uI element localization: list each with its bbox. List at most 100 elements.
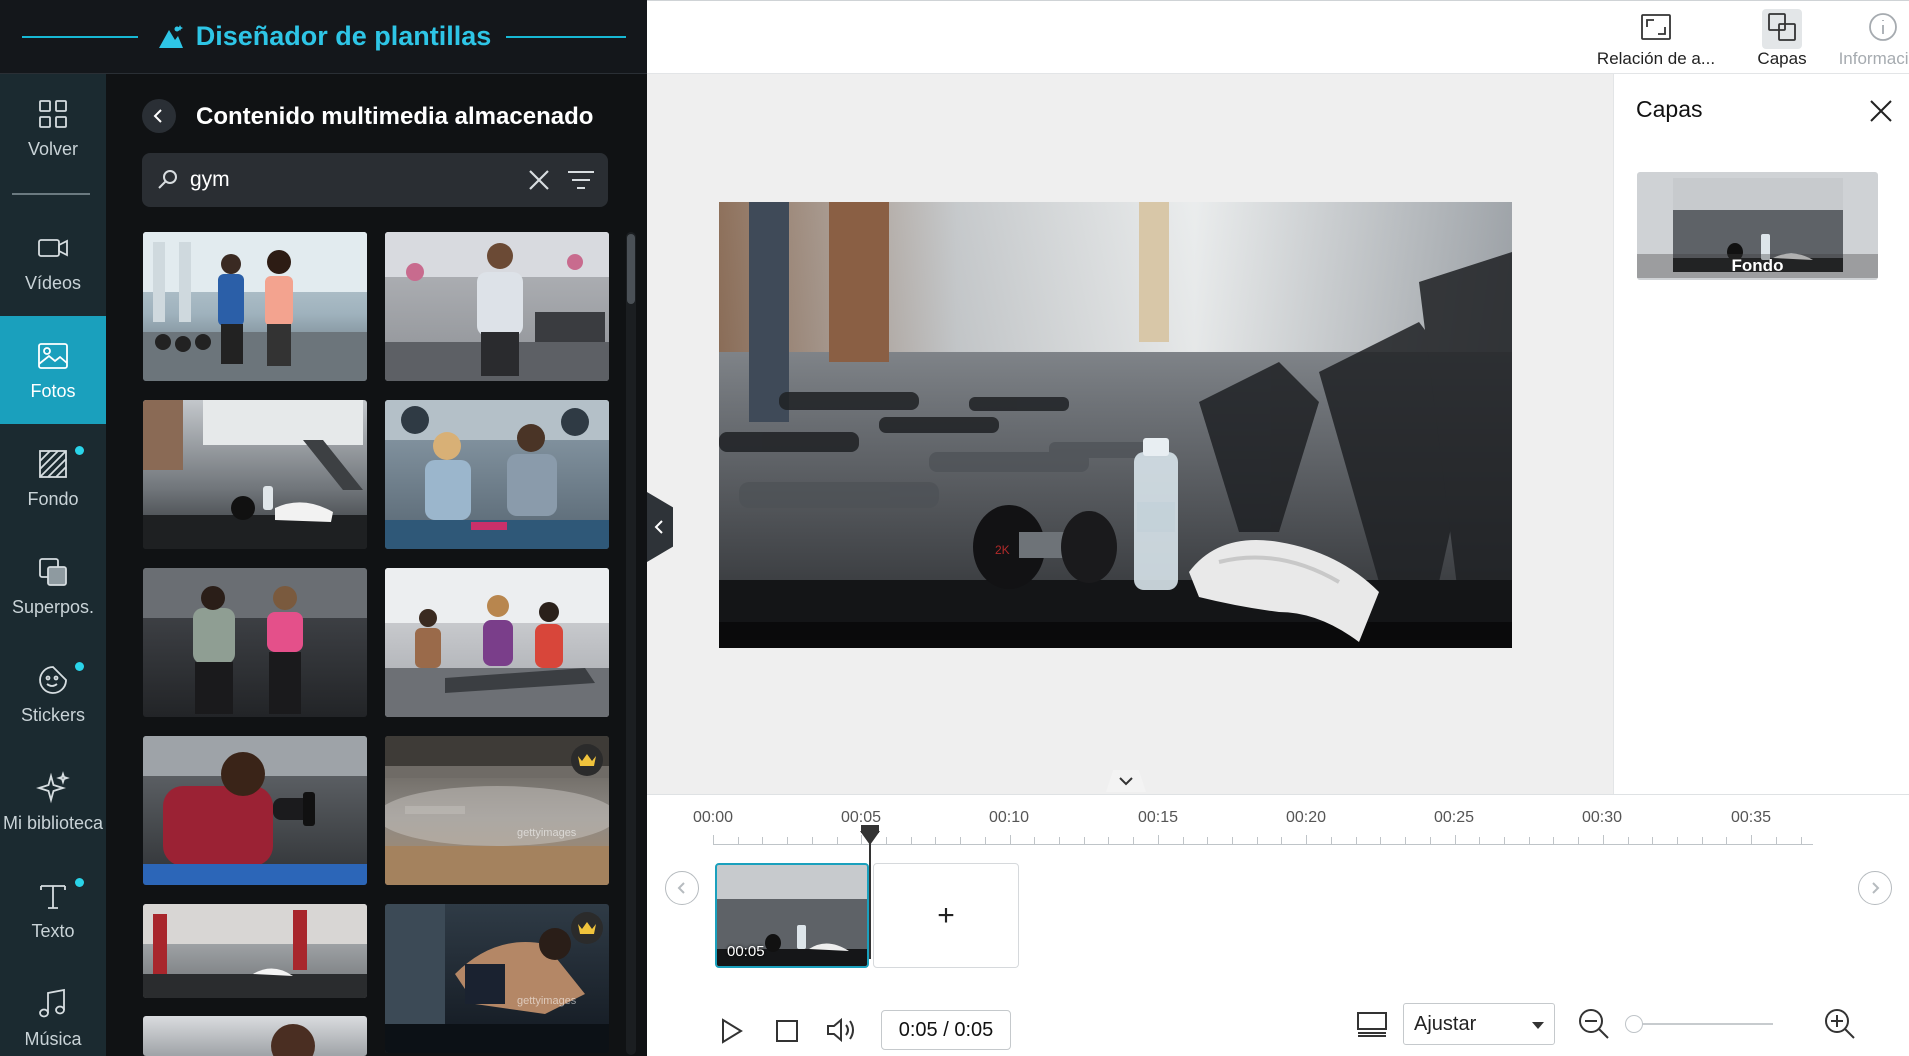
ruler-tick [1676, 837, 1678, 845]
panel-title: Contenido multimedia almacenado [196, 103, 594, 130]
layers-panel-title: Capas [1636, 96, 1703, 122]
sidebar-item-texto[interactable]: Texto [0, 856, 106, 964]
ruler-tick [1602, 835, 1604, 845]
image-icon [38, 342, 68, 369]
zoom-slider-knob[interactable] [1625, 1015, 1643, 1033]
clear-search-icon[interactable] [526, 167, 552, 193]
video-camera-icon [38, 238, 68, 257]
ruler-tick [984, 837, 986, 845]
sidebar-item-musica[interactable]: Música [0, 964, 106, 1056]
info-label: Información [1838, 49, 1909, 68]
zoom-slider[interactable] [1625, 1015, 1773, 1033]
gym-photo [143, 904, 367, 998]
info-button[interactable]: Información [1823, 9, 1909, 69]
speaker-icon [827, 1017, 854, 1043]
media-thumbnail[interactable] [143, 904, 367, 998]
sidebar-item-videos[interactable]: Vídeos [0, 208, 106, 316]
fit-dropdown[interactable]: Ajustar [1403, 1003, 1555, 1045]
ruler-tick [1034, 837, 1036, 845]
timeline-next-button[interactable] [1858, 871, 1892, 905]
background-pattern-icon [39, 449, 67, 478]
playhead[interactable] [860, 825, 880, 959]
video-preview[interactable]: 2K [719, 202, 1512, 648]
sidebar: Volver Vídeos Fotos Fondo Superpos. Stic… [0, 74, 106, 1056]
gym-photo [143, 568, 367, 714]
timeline-clip[interactable]: 00:05 [715, 863, 869, 968]
ruler-tick [1207, 837, 1209, 845]
premium-badge [571, 744, 603, 776]
watermark: gettyimages [517, 995, 577, 1007]
media-thumbnail[interactable] [385, 232, 609, 381]
ruler-label: 00:30 [1581, 809, 1623, 826]
layer-item-fondo[interactable]: Fondo [1637, 172, 1878, 280]
media-thumbnail[interactable] [143, 1016, 367, 1056]
scrollbar-thumb[interactable] [627, 234, 635, 304]
volume-button[interactable] [825, 1015, 859, 1050]
sidebar-item-mi-biblioteca[interactable]: Mi biblioteca [0, 748, 106, 856]
sidebar-item-volver[interactable]: Volver [0, 74, 106, 182]
layers-panel: Capas Fondo [1613, 74, 1909, 794]
stop-button[interactable] [775, 1019, 799, 1048]
premium-badge [571, 912, 603, 944]
zoom-out-button[interactable] [1577, 1007, 1611, 1046]
ruler-tick [960, 837, 962, 845]
media-thumbnail[interactable] [385, 400, 609, 549]
search-input[interactable] [190, 163, 490, 197]
media-thumbnail[interactable] [385, 568, 609, 717]
sidebar-item-label: Volver [27, 138, 79, 159]
gym-photo [143, 232, 367, 381]
gym-photo [385, 400, 609, 549]
preview-image: 2K [719, 202, 1512, 648]
media-scrollbar[interactable] [626, 232, 636, 1055]
timeline-prev-button[interactable] [665, 871, 699, 905]
media-thumbnail[interactable]: gettyimages [385, 736, 609, 885]
ruler-tick [1800, 837, 1802, 845]
media-thumbnail[interactable] [143, 400, 367, 549]
layers-icon [1768, 13, 1796, 41]
designer-logo-icon [158, 24, 183, 48]
thumbnail-view-button[interactable] [1355, 1009, 1389, 1044]
back-button[interactable] [142, 99, 176, 133]
ruler-label: 00:00 [692, 809, 734, 826]
filter-icon[interactable] [566, 167, 596, 193]
ruler-tick [1751, 835, 1753, 845]
media-panel: Contenido multimedia almacenado gym gett… [106, 74, 647, 1056]
ruler-tick [1454, 835, 1456, 845]
gym-photo [385, 568, 609, 717]
sidebar-item-label: Fotos [30, 380, 76, 401]
media-thumbnail[interactable] [143, 232, 367, 381]
media-thumbnail[interactable] [143, 568, 367, 717]
ruler-tick [1429, 837, 1431, 845]
ruler-tick [1380, 837, 1382, 845]
ruler-tick [811, 837, 813, 845]
sidebar-item-fotos[interactable]: Fotos [0, 316, 106, 424]
gym-photo [385, 232, 609, 381]
add-clip-button[interactable]: + [873, 863, 1019, 968]
media-thumbnail[interactable] [143, 736, 367, 885]
ruler-tick [910, 837, 912, 845]
sidebar-item-label: Superpos. [11, 596, 95, 617]
ruler-tick [1157, 835, 1159, 845]
sidebar-item-label: Texto [31, 920, 75, 941]
ruler-tick [1281, 837, 1283, 845]
fit-dropdown-value: Ajustar [1414, 1013, 1477, 1035]
play-button[interactable] [719, 1017, 745, 1050]
chevron-left-icon [654, 520, 663, 534]
sidebar-item-superpos[interactable]: Superpos. [0, 532, 106, 640]
gym-photo [271, 1024, 315, 1056]
aspect-ratio-button[interactable]: Relación de a... [1581, 9, 1731, 69]
media-thumbnail[interactable]: gettyimages [385, 904, 609, 1053]
info-icon [1869, 13, 1897, 41]
crown-icon [578, 754, 596, 766]
layers-button[interactable]: Capas [1747, 9, 1817, 69]
ruler-tick [762, 837, 764, 845]
ruler-tick [1306, 835, 1308, 845]
sidebar-item-fondo[interactable]: Fondo [0, 424, 106, 532]
sidebar-item-label: Fondo [27, 488, 79, 509]
close-icon[interactable] [1868, 98, 1894, 124]
sidebar-item-stickers[interactable]: Stickers [0, 640, 106, 748]
zoom-in-button[interactable] [1823, 1007, 1857, 1046]
stop-icon [776, 1020, 798, 1042]
ruler-label: 00:20 [1285, 809, 1327, 826]
search-box [142, 153, 608, 207]
